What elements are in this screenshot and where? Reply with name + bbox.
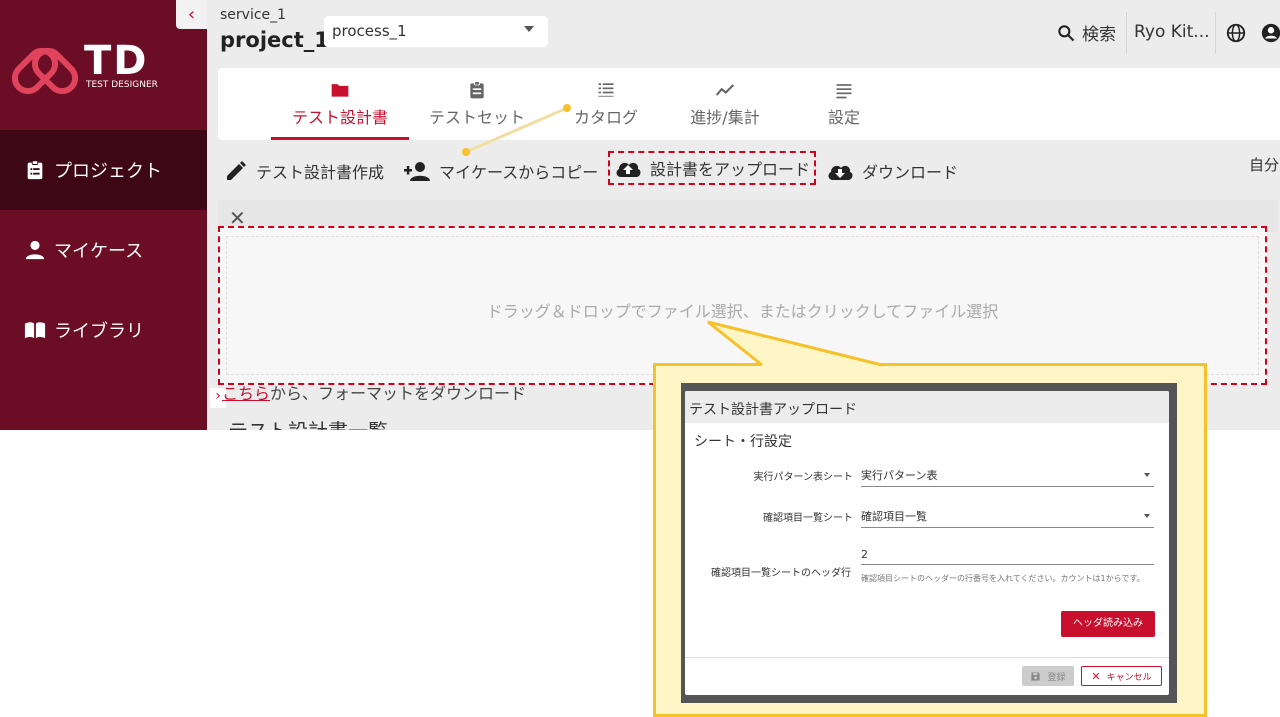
sidebar-item-project[interactable]: プロジェクト <box>0 130 207 210</box>
register-button[interactable]: 登録 <box>1022 666 1074 686</box>
sidebar: TD TEST DESIGNER ‹ プロジェクト マイケース ライブラリ <box>0 0 207 430</box>
chevron-left-icon: ‹ <box>187 4 196 25</box>
check-sheet-value: 確認項目一覧 <box>861 510 927 523</box>
logo-subtitle: TEST DESIGNER <box>86 80 158 90</box>
list-title: テスト設計書一覧 <box>228 415 388 430</box>
service-name: service_1 <box>220 7 287 23</box>
search-icon <box>1058 24 1075 41</box>
copy-from-mycase-button[interactable]: マイケースからコピー <box>403 157 598 185</box>
logo-mark: TD <box>84 38 149 84</box>
account-icon[interactable] <box>1260 22 1280 44</box>
list-icon <box>836 84 852 99</box>
close-icon: ✕ <box>1091 669 1101 683</box>
upload-dialog: テスト設計書アップロード シート・行設定 実行パターン表シート 実行パターン表 … <box>685 391 1169 695</box>
sidebar-item-label: マイケース <box>54 241 144 262</box>
read-header-button[interactable]: ヘッダ読み込み <box>1061 611 1155 637</box>
tab-progress[interactable]: 進捗/集計 <box>675 68 775 140</box>
download-button[interactable]: ダウンロード <box>826 157 958 185</box>
tab-label: 進捗/集計 <box>690 108 760 127</box>
header-row-input[interactable]: 2 <box>861 548 1154 565</box>
cloud-download-icon <box>828 165 853 180</box>
sort-label[interactable]: 自分 <box>1249 154 1279 175</box>
check-sheet-select[interactable]: 確認項目一覧 <box>861 508 1154 528</box>
tab-test-set[interactable]: テストセット <box>418 68 536 140</box>
sidebar-item-label: ライブラリ <box>54 321 144 342</box>
format-download-line: こちらから、フォーマットをダウンロード <box>222 380 526 404</box>
caret-down-icon <box>524 26 534 32</box>
file-dropzone[interactable]: ドラッグ＆ドロップでファイル選択、またはクリックしてファイル選択 <box>218 226 1267 385</box>
save-icon <box>1031 671 1041 681</box>
book-icon <box>24 322 46 339</box>
header-row-hint: 確認項目シートのヘッダーの行番号を入れてください。カウントは1からです。 <box>861 574 1145 583</box>
trend-icon <box>715 84 735 96</box>
header-row-label: 確認項目一覧シートのヘッダ行 <box>711 568 851 579</box>
tab-label: テストセット <box>428 108 525 127</box>
cancel-label: キャンセル <box>1106 672 1152 683</box>
clipboard-icon <box>470 81 484 99</box>
upload-design-label: 設計書をアップロード <box>650 160 811 179</box>
sidebar-item-mycase[interactable]: マイケース <box>0 210 207 290</box>
cloud-upload-icon <box>616 162 641 177</box>
globe-icon[interactable] <box>1225 22 1247 44</box>
pattern-sheet-select[interactable]: 実行パターン表 <box>861 467 1154 487</box>
folder-icon <box>331 84 349 97</box>
catalog-icon <box>598 83 614 97</box>
sidebar-item-library[interactable]: ライブラリ <box>0 290 207 370</box>
pencil-icon <box>227 161 246 180</box>
project-name: project_1 <box>220 28 329 52</box>
tab-label: カタログ <box>573 108 638 127</box>
user-menu[interactable]: Ryo Kit... <box>1126 12 1216 54</box>
format-download-link[interactable]: こちら <box>222 384 270 403</box>
cancel-button[interactable]: ✕ キャンセル <box>1081 666 1162 686</box>
create-design-label: テスト設計書作成 <box>256 163 385 182</box>
header-row-value: 2 <box>861 548 868 561</box>
caret-down-icon <box>1144 514 1150 518</box>
process-value: process_1 <box>332 22 407 40</box>
register-label: 登録 <box>1047 672 1066 683</box>
person-icon <box>25 240 45 260</box>
sidebar-item-label: プロジェクト <box>54 161 162 182</box>
upload-design-button[interactable]: 設計書をアップロード <box>608 151 817 185</box>
download-label: ダウンロード <box>862 163 959 182</box>
process-select[interactable]: process_1 <box>324 16 548 47</box>
dialog-title: テスト設計書アップロード <box>685 391 1169 423</box>
caret-down-icon <box>1144 473 1150 477</box>
add-person-icon <box>404 162 430 181</box>
tab-settings[interactable]: 設定 <box>794 68 894 140</box>
create-design-button[interactable]: テスト設計書作成 <box>224 157 384 185</box>
tab-bar: テスト設計書 テストセット カタログ 進捗/集計 設定 <box>218 68 1280 140</box>
check-sheet-label: 確認項目一覧シート <box>763 513 853 524</box>
copy-from-mycase-label: マイケースからコピー <box>439 163 599 182</box>
tab-label: テスト設計書 <box>291 108 388 127</box>
dialog-subtitle: シート・行設定 <box>694 434 792 450</box>
pattern-sheet-label: 実行パターン表シート <box>753 472 854 483</box>
dropzone-text: ドラッグ＆ドロップでファイル選択、またはクリックしてファイル選択 <box>486 302 999 321</box>
tab-label: 設定 <box>827 108 860 127</box>
user-name: Ryo Kit... <box>1134 22 1210 42</box>
tab-test-design[interactable]: テスト設計書 <box>271 68 409 140</box>
tab-catalog[interactable]: カタログ <box>548 68 664 140</box>
search-button[interactable]: 検索 <box>1056 20 1116 45</box>
pattern-sheet-value: 実行パターン表 <box>861 469 938 482</box>
search-label: 検索 <box>1082 25 1116 45</box>
format-download-text: から、フォーマットをダウンロード <box>270 384 527 403</box>
dialog-footer <box>685 657 1169 658</box>
collapse-sidebar-button[interactable]: ‹ <box>176 0 207 29</box>
clipboard-icon <box>27 160 43 180</box>
